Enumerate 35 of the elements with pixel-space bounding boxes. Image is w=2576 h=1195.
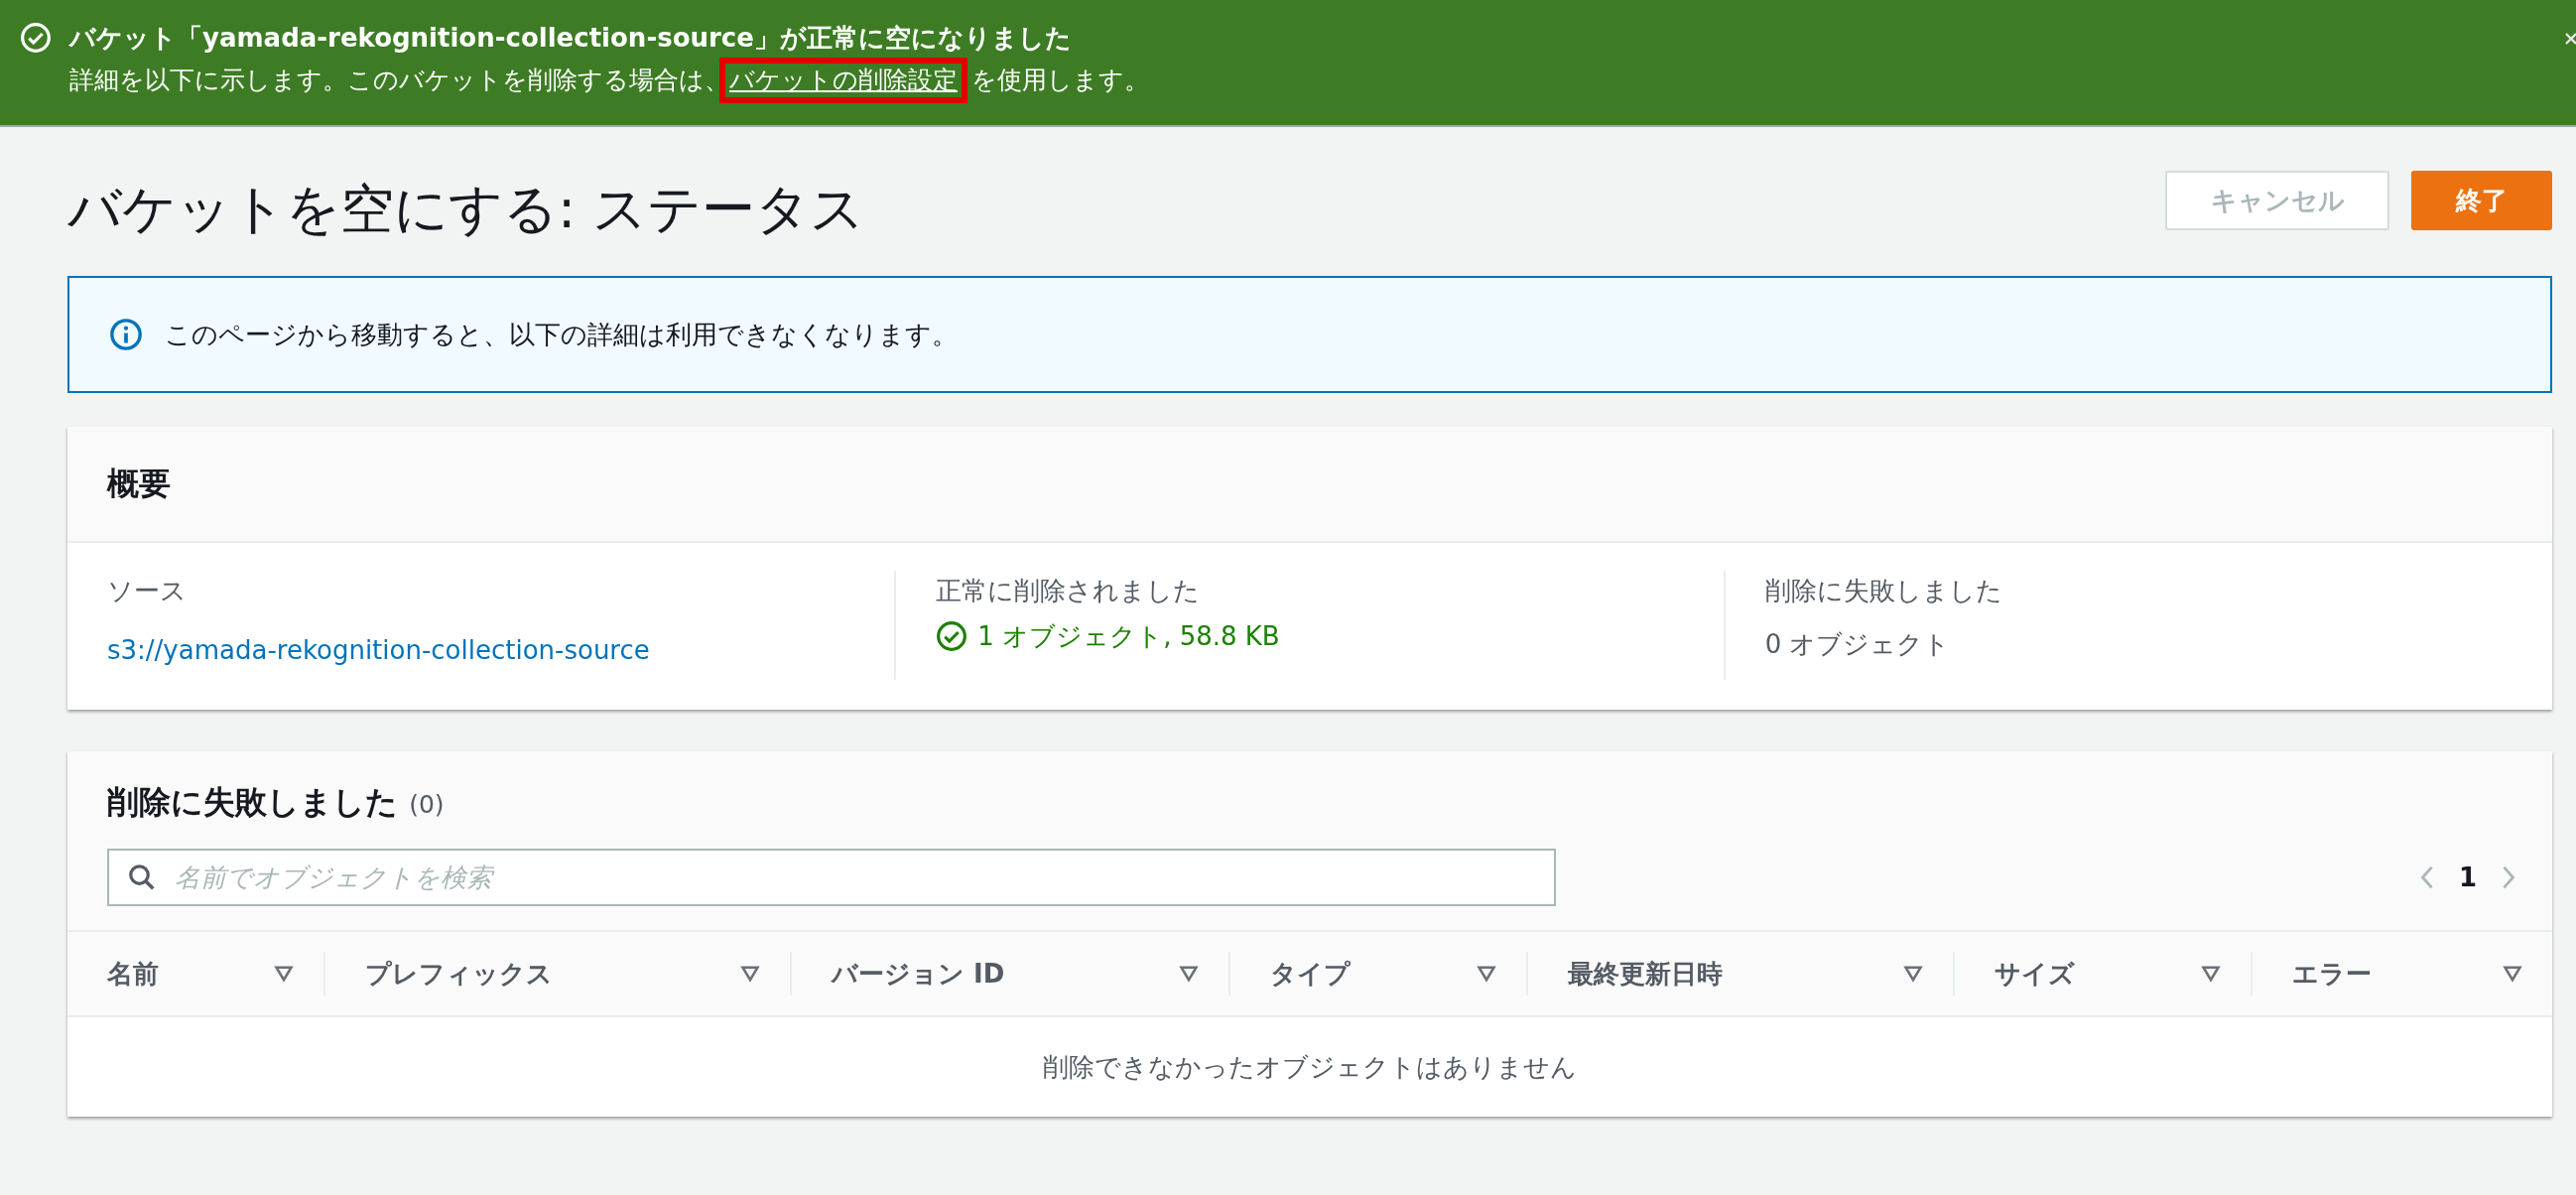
search-field[interactable]: 名前でオブジェクトを検索: [107, 849, 1556, 906]
card-title: 概要: [107, 463, 171, 504]
sort-icon[interactable]: [274, 964, 294, 984]
sort-icon[interactable]: [740, 964, 760, 984]
column-header[interactable]: サイズ: [1995, 956, 2075, 992]
card-title: 削除に失敗しました: [107, 783, 398, 821]
sort-icon[interactable]: [2503, 964, 2522, 984]
field-label: 削除に失敗しました: [1764, 575, 2003, 607]
page-title: バケットを空にする: ステータス: [67, 176, 865, 242]
check-circle-icon: [20, 22, 52, 54]
sort-icon[interactable]: [2201, 964, 2221, 984]
field-value: 1 オブジェクト, 58.8 KB: [977, 620, 1280, 653]
count-label: (0): [409, 790, 445, 819]
column-header[interactable]: 最終更新日時: [1568, 956, 1723, 992]
column-header[interactable]: タイプ: [1270, 956, 1351, 992]
field-label: ソース: [107, 575, 188, 607]
info-icon: [109, 318, 143, 351]
source-link[interactable]: s3://yamada-rekognition-collection-source: [107, 630, 855, 670]
column-header[interactable]: エラー: [2292, 956, 2372, 992]
info-text: このページから移動すると、以下の詳細は利用できなくなります。: [165, 318, 958, 351]
search-icon: [127, 863, 157, 892]
delete-settings-link[interactable]: バケットの削除設定: [719, 58, 967, 103]
column-header[interactable]: バージョン ID: [832, 956, 1005, 992]
empty-message: 削除できなかったオブジェクトはありません: [1042, 1051, 1578, 1084]
field-value: 0 オブジェクト: [1764, 628, 1952, 661]
column-header[interactable]: プレフィックス: [365, 956, 553, 992]
field-label: 正常に削除されました: [936, 575, 1202, 607]
banner-message: を使用します。: [971, 65, 1149, 96]
banner-title: バケット「yamada-rekognition-collection-source」が正常に空になりました: [69, 22, 1072, 55]
page-number[interactable]: 1: [2458, 863, 2477, 892]
column-header[interactable]: 名前: [107, 956, 159, 992]
sort-icon[interactable]: [1477, 964, 1496, 984]
check-circle-icon: [936, 620, 968, 652]
sort-icon[interactable]: [1179, 964, 1199, 984]
sort-icon[interactable]: [1903, 964, 1923, 984]
